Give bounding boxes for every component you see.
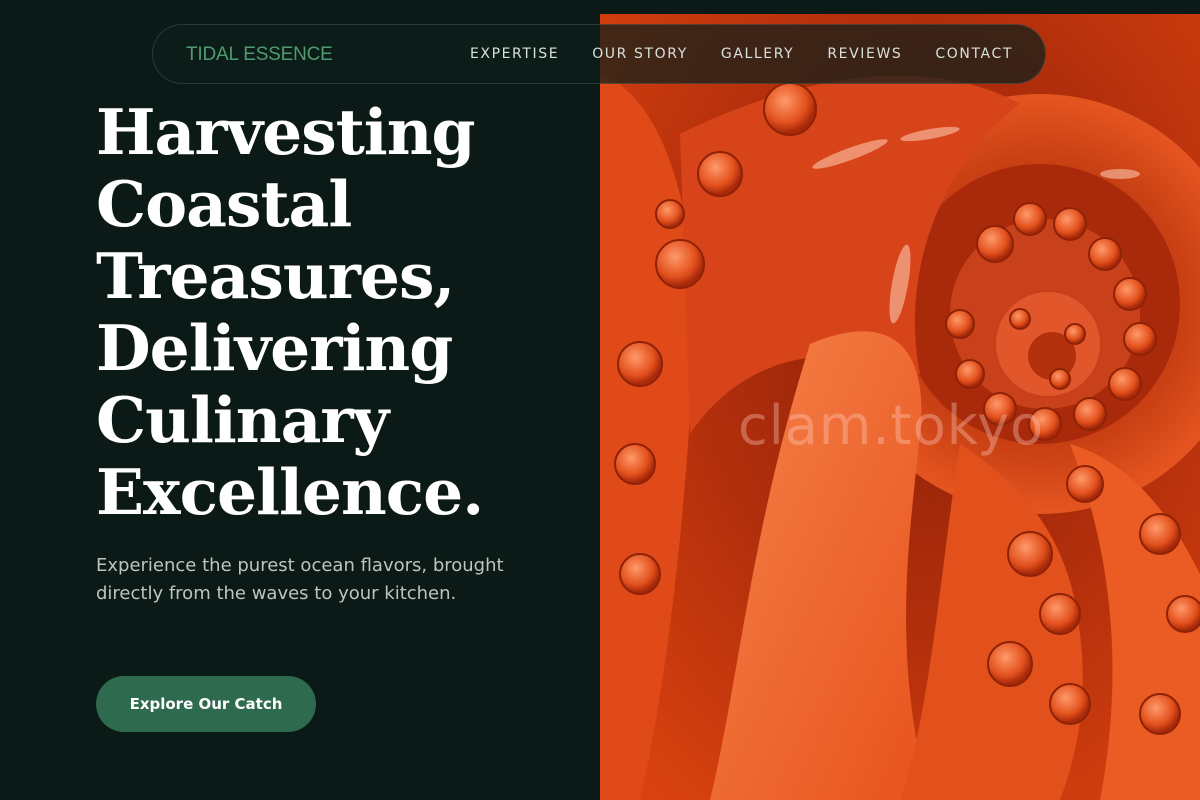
watermark-text: clam.tokyo — [738, 394, 1045, 457]
nav-link-reviews[interactable]: REVIEWS — [827, 46, 902, 62]
headline-line: Delivering — [96, 311, 453, 385]
page: clam.tokyo TIDAL ESSENCE EXPERTISE OUR S… — [0, 0, 1200, 800]
explore-catch-button[interactable]: Explore Our Catch — [96, 676, 316, 732]
nav-links: EXPERTISE OUR STORY GALLERY REVIEWS CONT… — [470, 46, 1013, 62]
nav-link-gallery[interactable]: GALLERY — [721, 46, 794, 62]
nav-link-contact[interactable]: CONTACT — [935, 46, 1013, 62]
headline-line: Excellence. — [96, 455, 484, 529]
hero-headline: Harvesting Coastal Treasures, Delivering… — [96, 96, 576, 528]
nav-link-expertise[interactable]: EXPERTISE — [470, 46, 559, 62]
nav-link-our-story[interactable]: OUR STORY — [592, 46, 688, 62]
headline-line: Harvesting — [96, 95, 476, 169]
hero-image: clam.tokyo — [600, 14, 1200, 800]
navbar: TIDAL ESSENCE EXPERTISE OUR STORY GALLER… — [152, 24, 1046, 84]
headline-line: Treasures, — [96, 239, 455, 313]
headline-line: Culinary — [96, 383, 389, 457]
headline-line: Coastal — [96, 167, 352, 241]
hero-subtext: Experience the purest ocean flavors, bro… — [96, 555, 504, 604]
brand-logo[interactable]: TIDAL ESSENCE — [186, 44, 333, 66]
